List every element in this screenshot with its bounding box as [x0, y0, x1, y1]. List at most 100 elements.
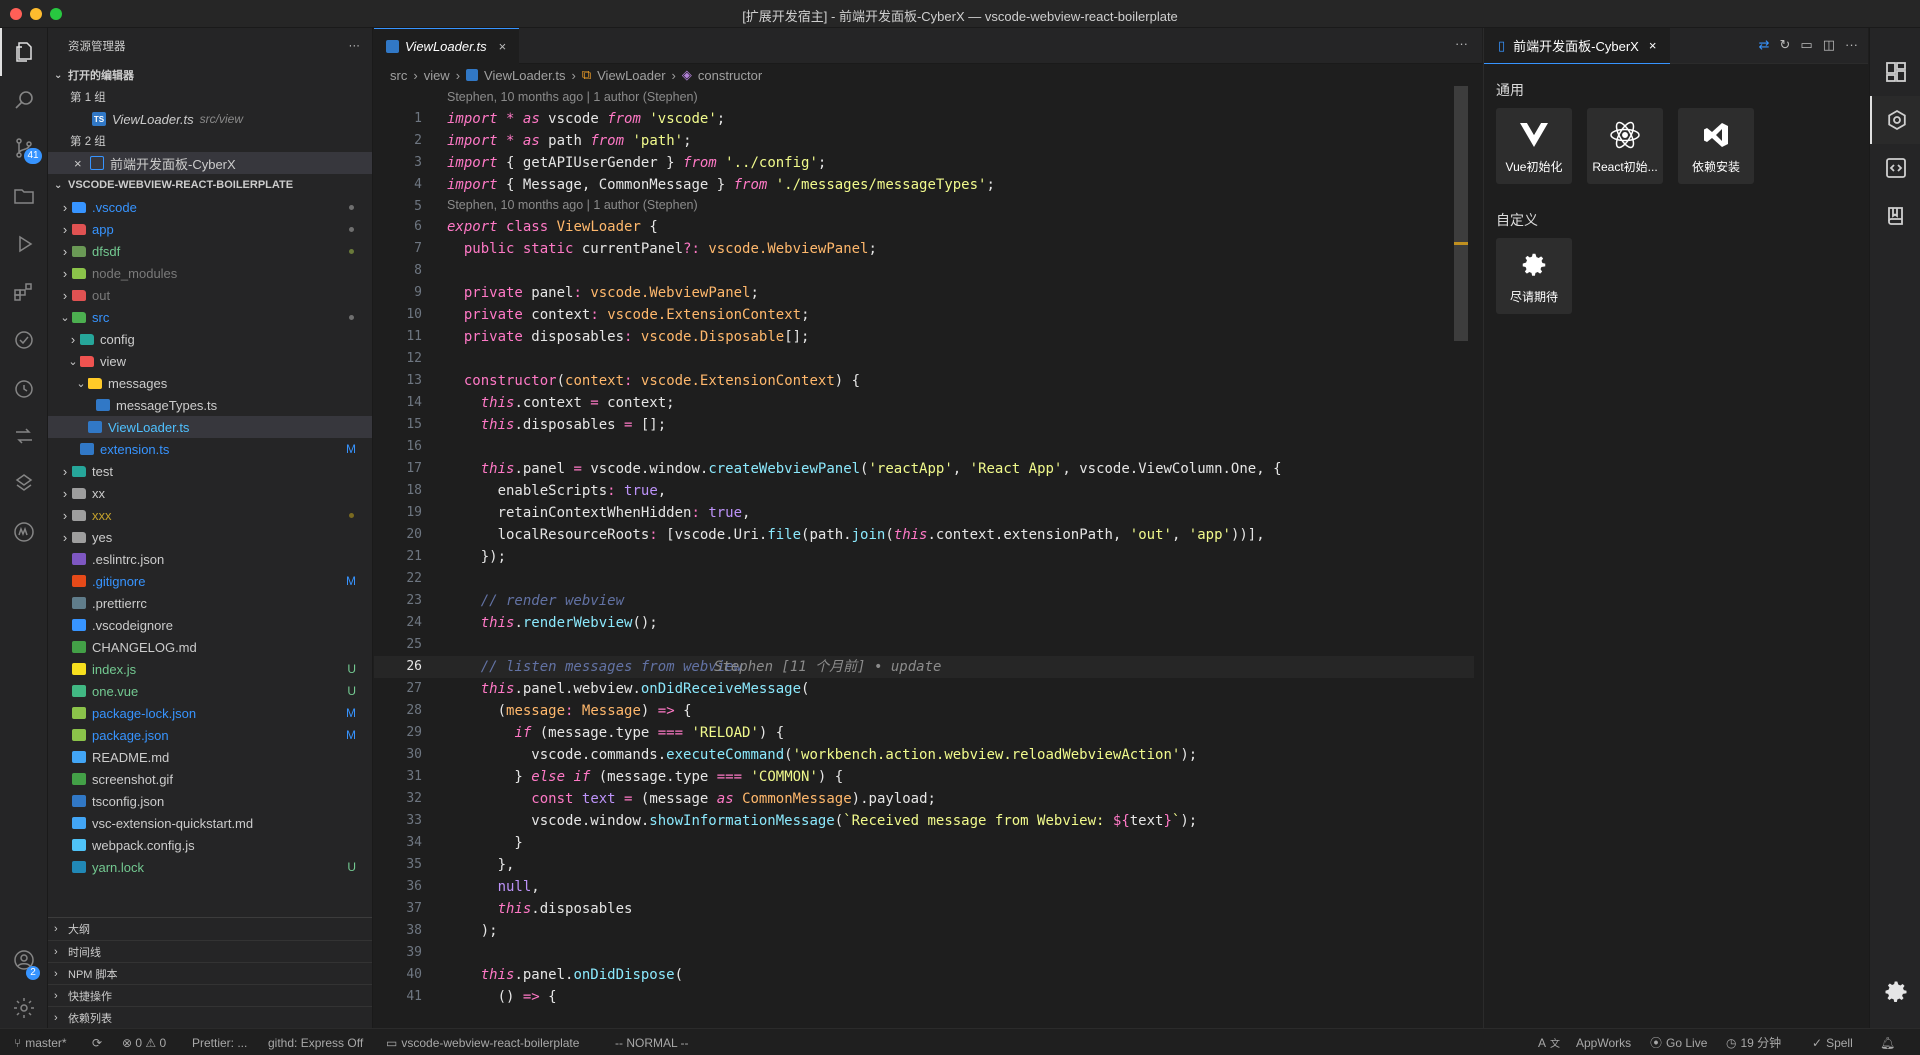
- book-icon[interactable]: [1870, 192, 1920, 240]
- tab-close-button[interactable]: ×: [499, 39, 507, 54]
- file-tree-item[interactable]: .vscodeignore: [48, 614, 372, 636]
- testing-icon[interactable]: [0, 316, 48, 364]
- sidebar-section-header[interactable]: › NPM 脚本: [48, 962, 372, 984]
- code-line[interactable]: 32 const text = (message as CommonMessag…: [374, 788, 1474, 810]
- react-init-card[interactable]: React初始...: [1587, 108, 1663, 184]
- folder-tree-item[interactable]: › app: [48, 218, 372, 240]
- problems-status[interactable]: ⊗ 0 ⚠ 0: [122, 1029, 166, 1055]
- extensions-icon[interactable]: [0, 268, 48, 316]
- code-line[interactable]: 4 import { Message, CommonMessage } from …: [374, 174, 1474, 196]
- account-icon[interactable]: 2: [0, 936, 48, 984]
- code-line[interactable]: 33 vscode.window.showInformationMessage(…: [374, 810, 1474, 832]
- file-tree-item[interactable]: vsc-extension-quickstart.md: [48, 812, 372, 834]
- sidebar-more-button[interactable]: ···: [349, 40, 361, 52]
- code-line[interactable]: 8: [374, 260, 1474, 282]
- folder-tree-item[interactable]: › config: [48, 328, 372, 350]
- code-line[interactable]: 18 enableScripts: true,: [374, 480, 1474, 502]
- code-line[interactable]: 6 export class ViewLoader {: [374, 216, 1474, 238]
- prettier-status[interactable]: Prettier: ...: [192, 1029, 247, 1055]
- folder-icon[interactable]: [0, 172, 48, 220]
- code-line[interactable]: 16: [374, 436, 1474, 458]
- more-actions-button[interactable]: ···: [1845, 37, 1858, 53]
- open-editor-item[interactable]: TS ViewLoader.ts src/view: [48, 108, 372, 130]
- githd-status[interactable]: githd: Express Off: [268, 1029, 363, 1055]
- toggle-panel-icon[interactable]: ▭: [1800, 37, 1812, 53]
- folder-tree-item[interactable]: › yes: [48, 526, 372, 548]
- code-line[interactable]: 38 );: [374, 920, 1474, 942]
- file-tree-item[interactable]: tsconfig.json: [48, 790, 372, 812]
- go-live-status[interactable]: ⦿ Go Live: [1650, 1029, 1707, 1055]
- code-line[interactable]: 13 constructor(context: vscode.Extension…: [374, 370, 1474, 392]
- folder-tree-item[interactable]: ⌄ view: [48, 350, 372, 372]
- code-line[interactable]: 17 this.panel = vscode.window.createWebv…: [374, 458, 1474, 480]
- code-line[interactable]: 34 }: [374, 832, 1474, 854]
- file-tree-item[interactable]: extension.ts M: [48, 438, 372, 460]
- refresh-icon[interactable]: ↻: [1780, 37, 1791, 53]
- tab-cyberx[interactable]: ▯ 前端开发面板-CyberX ×: [1484, 28, 1671, 64]
- close-icon[interactable]: ×: [74, 156, 90, 171]
- sidebar-section-header[interactable]: › 快捷操作: [48, 984, 372, 1006]
- dashboard-icon[interactable]: [1870, 48, 1920, 96]
- code-line[interactable]: 11 private disposables: vscode.Disposabl…: [374, 326, 1474, 348]
- file-tree-item[interactable]: CHANGELOG.md: [48, 636, 372, 658]
- language-status[interactable]: A文: [1538, 1029, 1560, 1055]
- code-line[interactable]: 2 import * as path from 'path';: [374, 130, 1474, 152]
- sync-icon[interactable]: ⟳: [92, 1029, 102, 1055]
- code-line[interactable]: 28 (message: Message) => {: [374, 700, 1474, 722]
- sidebar-section-header[interactable]: › 依赖列表: [48, 1006, 372, 1028]
- folder-tree-item[interactable]: › dfsdf: [48, 240, 372, 262]
- vue-init-card[interactable]: Vue初始化: [1496, 108, 1572, 184]
- code-line[interactable]: 9 private panel: vscode.WebviewPanel;: [374, 282, 1474, 304]
- code-line[interactable]: 12: [374, 348, 1474, 370]
- folder-tree-item[interactable]: › .vscode: [48, 196, 372, 218]
- code-line[interactable]: 10 private context: vscode.ExtensionCont…: [374, 304, 1474, 326]
- code-line[interactable]: 5: [374, 196, 1474, 218]
- code-line[interactable]: 36 null,: [374, 876, 1474, 898]
- spell-status[interactable]: ✓ Spell: [1812, 1029, 1853, 1055]
- open-editors-section[interactable]: ⌄ 打开的编辑器: [48, 64, 372, 86]
- codelens-blame[interactable]: Stephen, 10 months ago | 1 author (Steph…: [447, 86, 698, 108]
- file-tree-item[interactable]: one.vue U: [48, 680, 372, 702]
- code-line[interactable]: 24 this.renderWebview();: [374, 612, 1474, 634]
- code-line[interactable]: 7 public static currentPanel?: vscode.We…: [374, 238, 1474, 260]
- code-line[interactable]: 22: [374, 568, 1474, 590]
- code-line[interactable]: 3 import { getAPIUserGender } from '../co…: [374, 152, 1474, 174]
- editor-scrollbar[interactable]: [1454, 86, 1468, 341]
- folder-tree-item[interactable]: › out: [48, 284, 372, 306]
- file-tree-item[interactable]: README.md: [48, 746, 372, 768]
- remote-explorer-icon[interactable]: [0, 412, 48, 460]
- file-tree-item[interactable]: index.js U: [48, 658, 372, 680]
- folder-tree-item[interactable]: › node_modules: [48, 262, 372, 284]
- timeline-icon[interactable]: [0, 460, 48, 508]
- code-line[interactable]: 35 },: [374, 854, 1474, 876]
- editor-more-button[interactable]: ···: [1455, 36, 1468, 51]
- code-line[interactable]: 29 if (message.type === 'RELOAD') {: [374, 722, 1474, 744]
- file-tree-item[interactable]: webpack.config.js: [48, 834, 372, 856]
- code-line[interactable]: 30 vscode.commands.executeCommand('workb…: [374, 744, 1474, 766]
- sidebar-section-header[interactable]: › 时间线: [48, 940, 372, 962]
- cyberx-icon[interactable]: [1870, 96, 1920, 144]
- code-line[interactable]: 21 });: [374, 546, 1474, 568]
- settings-gear-icon[interactable]: [1870, 968, 1920, 1016]
- file-tree-item[interactable]: messageTypes.ts: [48, 394, 372, 416]
- time-status[interactable]: ◷ 19 分钟: [1726, 1029, 1781, 1055]
- source-control-icon[interactable]: 41: [0, 124, 48, 172]
- folder-tree-item[interactable]: › xx: [48, 482, 372, 504]
- explorer-icon[interactable]: [0, 28, 48, 76]
- breadcrumb-item[interactable]: ViewLoader.ts: [484, 68, 565, 83]
- bell-icon[interactable]: 🔔︎: [1880, 1029, 1895, 1055]
- manage-gear-icon[interactable]: [0, 984, 48, 1032]
- code-line[interactable]: 39: [374, 942, 1474, 964]
- code-preview-icon[interactable]: [1870, 144, 1920, 192]
- code-line[interactable]: 14 this.context = context;: [374, 392, 1474, 414]
- appworks-icon[interactable]: [0, 508, 48, 556]
- folder-tree-item[interactable]: › xxx: [48, 504, 372, 526]
- open-editor-item[interactable]: × 前端开发面板-CyberX: [48, 152, 372, 174]
- branch-status[interactable]: ⑂ master*: [14, 1029, 67, 1055]
- file-tree-item[interactable]: package.json M: [48, 724, 372, 746]
- split-editor-icon[interactable]: ◫: [1823, 37, 1835, 53]
- file-tree-item[interactable]: screenshot.gif: [48, 768, 372, 790]
- file-tree-item[interactable]: ViewLoader.ts: [48, 416, 372, 438]
- code-line[interactable]: 1 import * as vscode from 'vscode';: [374, 108, 1474, 130]
- timer-icon[interactable]: [0, 364, 48, 412]
